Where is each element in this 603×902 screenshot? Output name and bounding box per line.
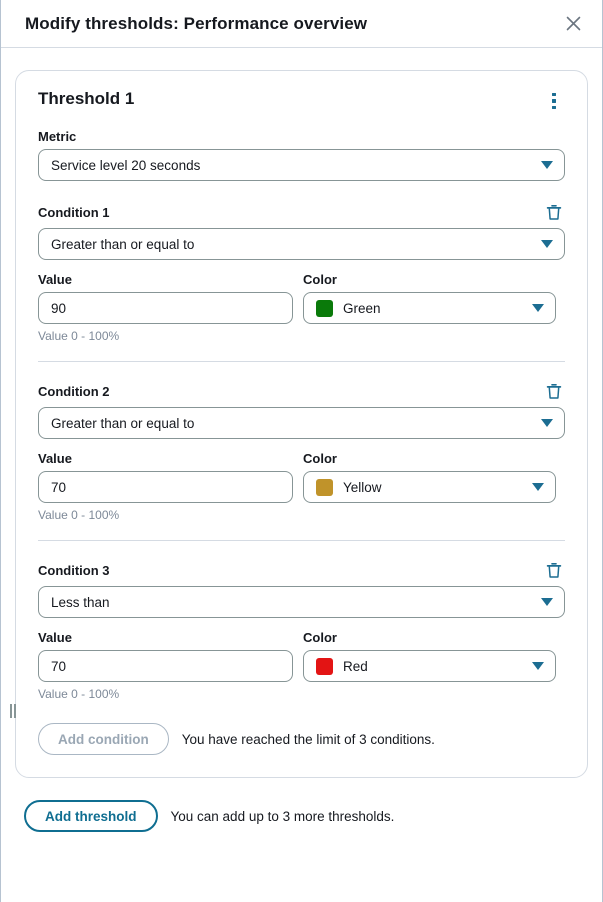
value-hint-1: Value 0 - 100% (38, 329, 120, 343)
color-label-3: Color (303, 630, 337, 645)
value-hint-2: Value 0 - 100% (38, 508, 120, 522)
chevron-down-icon (541, 161, 553, 169)
condition-label-1: Condition 1 (38, 204, 110, 220)
panel-body: Threshold 1 Metric Service level 20 seco… (1, 48, 602, 902)
add-threshold-button[interactable]: Add threshold (24, 800, 158, 832)
color-field-group-1: Color Green (303, 272, 556, 343)
value-color-row-3: Value Value 0 - 100% Color Red (38, 630, 565, 701)
value-input-2[interactable] (38, 471, 293, 503)
color-select-2[interactable]: Yellow (303, 471, 556, 503)
chevron-down-icon (541, 419, 553, 427)
value-field-group-2: Value Value 0 - 100% (38, 451, 293, 522)
resize-handle-bar (14, 704, 16, 718)
condition-header-2: Condition 2 (38, 380, 565, 402)
trash-icon[interactable] (543, 559, 565, 581)
color-swatch-icon (316, 657, 333, 675)
modify-thresholds-panel: Modify thresholds: Performance overview … (0, 0, 603, 902)
condition-divider (38, 540, 565, 541)
threshold-card: Threshold 1 Metric Service level 20 seco… (15, 70, 588, 778)
color-label-1: Color (303, 272, 337, 287)
resize-handle-icon[interactable] (7, 703, 19, 719)
condition-divider (38, 361, 565, 362)
add-condition-button[interactable]: Add condition (38, 723, 169, 755)
value-color-row-1: Value Value 0 - 100% Color Green (38, 272, 565, 343)
color-swatch-icon (316, 478, 333, 496)
close-icon[interactable] (558, 9, 588, 39)
value-field-group-1: Value Value 0 - 100% (38, 272, 293, 343)
chevron-down-icon (541, 240, 553, 248)
condition-operator-select-2[interactable]: Greater than or equal to (38, 407, 565, 439)
value-label-2: Value (38, 451, 72, 466)
condition-operator-select-1[interactable]: Greater than or equal to (38, 228, 565, 260)
color-select-3[interactable]: Red (303, 650, 556, 682)
color-select-value-1: Green (343, 300, 381, 316)
chevron-down-icon (532, 662, 544, 670)
resize-handle-bar (10, 704, 12, 718)
page-title: Modify thresholds: Performance overview (25, 13, 368, 33)
value-field-group-3: Value Value 0 - 100% (38, 630, 293, 701)
metric-label: Metric (38, 129, 77, 144)
kebab-dot (552, 99, 556, 103)
condition-label-3: Condition 3 (38, 562, 110, 578)
color-select-1[interactable]: Green (303, 292, 556, 324)
value-label-1: Value (38, 272, 72, 287)
condition-block-3: Condition 3 Less than Value 70 Value 0 -… (38, 557, 565, 701)
condition-label-2: Condition 2 (38, 383, 110, 399)
trash-icon[interactable] (543, 201, 565, 223)
condition-header-1: Condition 1 (38, 201, 565, 223)
value-color-row-2: Value Value 0 - 100% Color Yellow (38, 451, 565, 522)
add-threshold-row: Add threshold You can add up to 3 more t… (15, 800, 588, 832)
panel-footer: Add threshold You can add up to 3 more t… (15, 778, 588, 832)
value-label-3: Value (38, 630, 72, 645)
condition-operator-value-2: Greater than or equal to (51, 415, 195, 431)
add-condition-row: Add condition You have reached the limit… (38, 723, 565, 755)
kebab-menu-icon[interactable] (543, 89, 565, 113)
color-label-2: Color (303, 451, 337, 466)
color-swatch-icon (316, 299, 333, 317)
kebab-dot (552, 92, 556, 97)
color-select-value-2: Yellow (343, 479, 382, 495)
condition-header-3: Condition 3 (38, 559, 565, 581)
color-select-value-3: Red (343, 658, 368, 674)
metric-select-value: Service level 20 seconds (51, 157, 201, 173)
chevron-down-icon (532, 304, 544, 312)
value-input-3[interactable] (38, 650, 293, 682)
condition-operator-select-3[interactable]: Less than (38, 586, 565, 618)
kebab-dot (552, 105, 556, 110)
value-input-1[interactable] (38, 292, 293, 324)
value-hint-3: Value 0 - 100% (38, 687, 120, 701)
condition-operator-value-3: Less than (51, 594, 110, 610)
chevron-down-icon (532, 483, 544, 491)
color-field-group-2: Color Yellow (303, 451, 556, 522)
add-condition-note: You have reached the limit of 3 conditio… (181, 731, 435, 747)
panel-header: Modify thresholds: Performance overview (1, 0, 602, 48)
condition-block-1: Condition 1 Greater than or equal to Val… (38, 199, 565, 343)
metric-select[interactable]: Service level 20 seconds (38, 149, 565, 181)
threshold-card-header: Threshold 1 (38, 89, 565, 113)
color-field-group-3: Color Red (303, 630, 556, 701)
add-threshold-note: You can add up to 3 more thresholds. (170, 808, 395, 824)
condition-block-2: Condition 2 Greater than or equal to Val… (38, 378, 565, 522)
condition-operator-value-1: Greater than or equal to (51, 236, 195, 252)
trash-icon[interactable] (543, 380, 565, 402)
chevron-down-icon (541, 598, 553, 606)
metric-field-group: Metric Service level 20 seconds (38, 129, 565, 181)
threshold-title: Threshold 1 (38, 89, 135, 108)
